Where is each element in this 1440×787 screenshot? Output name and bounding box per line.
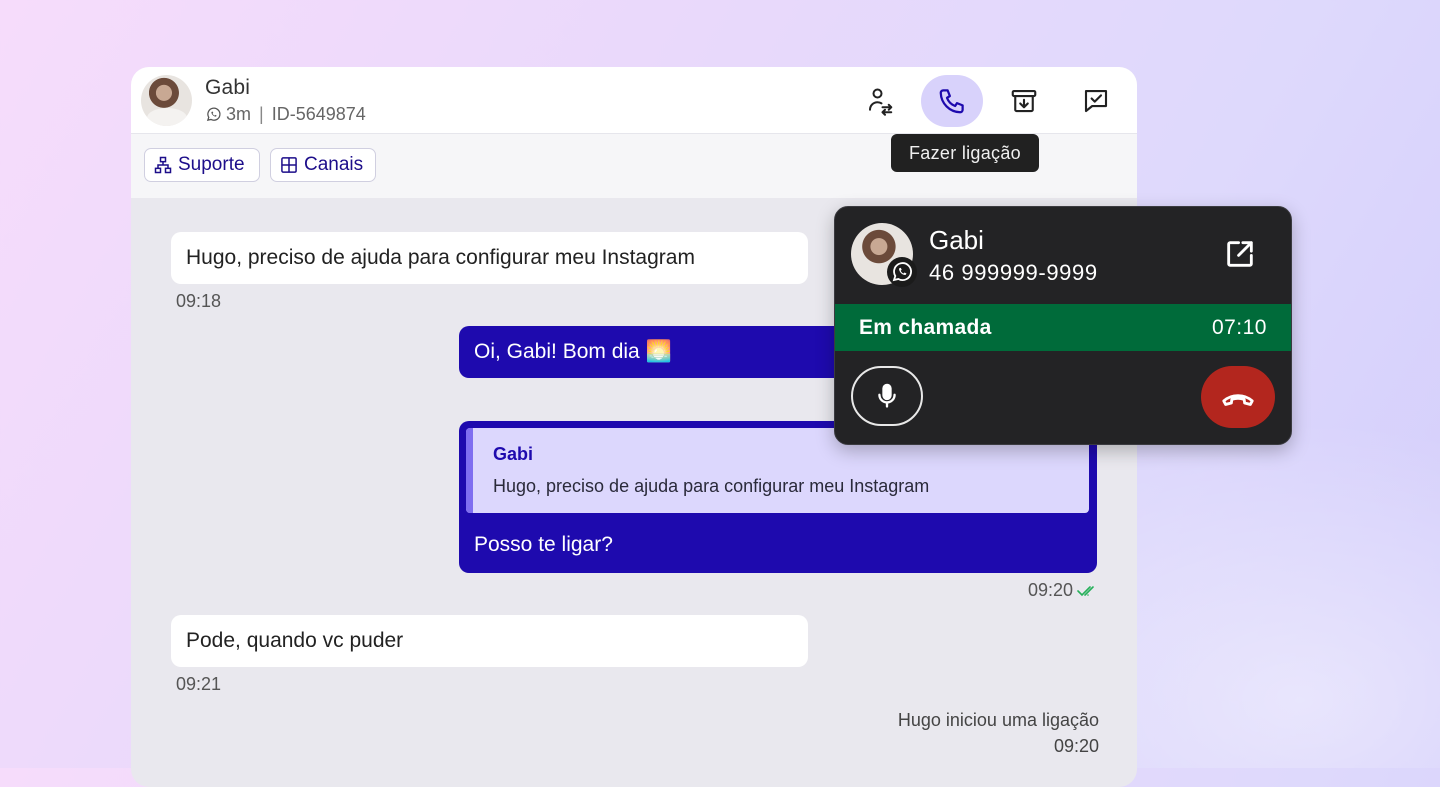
- hang-up-button[interactable]: [1201, 366, 1275, 428]
- caller-phone: 46 999999-9999: [929, 260, 1098, 285]
- read-receipt-icon: [1077, 585, 1094, 596]
- message-time-row: 09:20: [1028, 580, 1099, 601]
- system-event-text: Hugo iniciou uma ligação: [897, 710, 1099, 730]
- transfer-button[interactable]: [849, 75, 911, 127]
- archive-button[interactable]: [993, 75, 1055, 127]
- header-actions: [849, 75, 1127, 127]
- message-time: 09:20: [1027, 580, 1073, 600]
- call-button[interactable]: [921, 75, 983, 127]
- call-status: Em chamada: [859, 315, 992, 339]
- whatsapp-icon: [206, 107, 221, 122]
- grid-icon: [281, 157, 297, 173]
- microphone-icon: [878, 383, 896, 408]
- tag-label: Canais: [304, 154, 364, 175]
- message-time: 09:21: [176, 674, 222, 694]
- message-incoming[interactable]: Pode, quando vc puder: [171, 615, 808, 667]
- sitemap-icon: [154, 156, 172, 174]
- mute-button[interactable]: [851, 366, 923, 426]
- contact-id: ID-5649874: [271, 104, 366, 124]
- archive-icon: [1011, 89, 1037, 113]
- resolve-check-icon: [1084, 89, 1108, 113]
- call-tooltip: Fazer ligação: [891, 134, 1039, 172]
- quote-text: Hugo, preciso de ajuda para configurar m…: [493, 476, 930, 496]
- contact-name: Gabi: [205, 76, 251, 99]
- message-time: 09:18: [176, 291, 222, 311]
- message-incoming[interactable]: Hugo, preciso de ajuda para configurar m…: [171, 232, 808, 284]
- reply-text: Posso te ligar?: [474, 533, 613, 556]
- contact-meta: 3m | ID-5649874: [205, 104, 366, 125]
- call-timer: 07:10: [1211, 315, 1267, 339]
- contact-avatar[interactable]: [141, 75, 192, 126]
- call-panel: Gabi 46 999999-9999 Em chamada 07:10: [834, 206, 1292, 445]
- message-outgoing[interactable]: Oi, Gabi! Bom dia 🌅: [459, 326, 879, 378]
- open-external-icon[interactable]: [1223, 237, 1257, 271]
- phone-icon: [939, 89, 964, 114]
- caller-whatsapp-badge: [887, 257, 917, 287]
- transfer-user-icon: [869, 88, 893, 116]
- chat-header: Gabi 3m | ID-5649874: [131, 67, 1137, 134]
- system-event-time: 09:20: [1053, 736, 1099, 756]
- tag-suporte[interactable]: Suporte: [144, 148, 260, 182]
- hang-up-icon: [1222, 394, 1254, 406]
- call-status-bar: Em chamada 07:10: [835, 304, 1291, 351]
- last-seen: 3m: [226, 104, 252, 124]
- quote-author: Gabi: [493, 444, 534, 464]
- resolve-button[interactable]: [1065, 75, 1127, 127]
- meta-separator: |: [259, 104, 264, 124]
- quote-bar: [466, 428, 473, 513]
- tag-label: Suporte: [178, 154, 245, 175]
- tag-canais[interactable]: Canais: [270, 148, 376, 182]
- caller-name: Gabi: [929, 225, 984, 255]
- whatsapp-icon: [892, 262, 912, 282]
